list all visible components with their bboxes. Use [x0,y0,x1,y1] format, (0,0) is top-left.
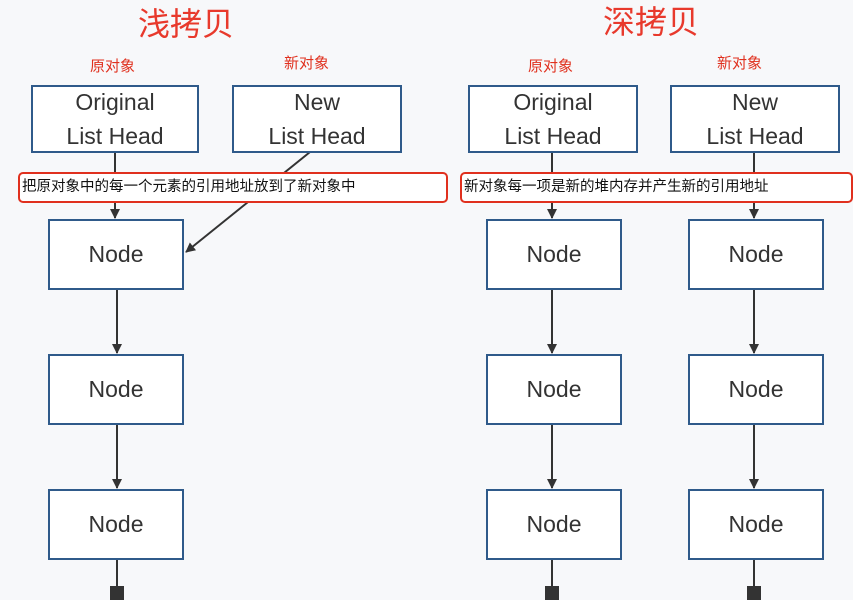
deep-new-list-head: New List Head [670,85,840,153]
head-line-1: New [731,89,778,115]
shallow-node-3: Node [48,489,184,560]
deep-new-node-1: Node [688,219,824,290]
deep-original-node-1: Node [486,219,622,290]
shallow-node-2: Node [48,354,184,425]
head-line-1: Original [513,89,593,115]
deep-original-list-head: Original List Head [468,85,638,153]
shallow-list-end-marker [110,586,124,600]
deep-new-node-3: Node [688,489,824,560]
deep-original-node-3: Node [486,489,622,560]
head-line-2: List Head [66,123,164,149]
head-line-1: Original [75,89,155,115]
deep-copy-annotation: 新对象每一项是新的堆内存并产生新的引用地址 [460,172,853,203]
shallow-new-list-head: New List Head [232,85,402,153]
deep-new-list-end-marker [747,586,761,600]
head-line-2: List Head [268,123,366,149]
shallow-copy-annotation: 把原对象中的每一个元素的引用地址放到了新对象中 [18,172,448,203]
head-line-2: List Head [504,123,602,149]
deep-new-node-2: Node [688,354,824,425]
deep-original-list-end-marker [545,586,559,600]
head-line-1: New [293,89,340,115]
head-line-2: List Head [706,123,804,149]
shallow-original-list-head: Original List Head [31,85,199,153]
shallow-node-1: Node [48,219,184,290]
deep-original-node-2: Node [486,354,622,425]
